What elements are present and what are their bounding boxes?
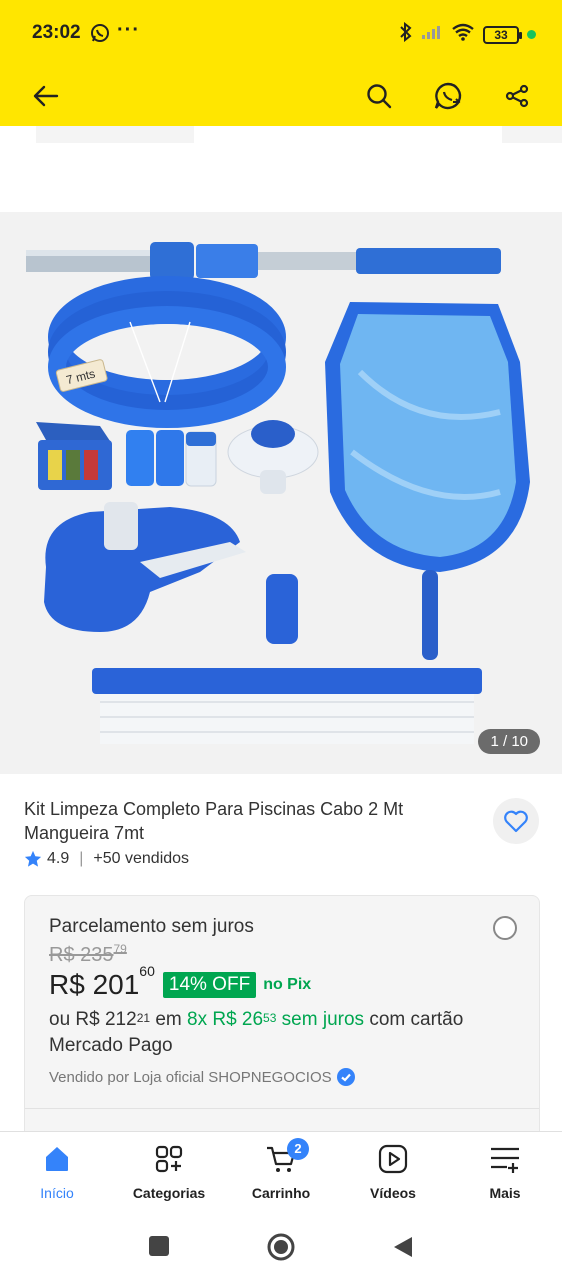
tab-label: Início — [40, 1185, 74, 1201]
app-header: 23:02 ··· 33 — [0, 0, 562, 126]
square-icon — [149, 1236, 169, 1256]
heart-icon — [504, 810, 528, 833]
discount-badge: 14% OFF — [162, 972, 257, 998]
rating-row[interactable]: 4.9 | +50 vendidos — [24, 850, 189, 868]
wifi-icon — [451, 23, 475, 46]
system-back-button[interactable] — [392, 1235, 414, 1264]
tab-inicio[interactable]: Início — [7, 1144, 107, 1201]
image-counter: 1 / 10 — [478, 729, 540, 754]
tab-label: Vídeos — [370, 1185, 416, 1201]
system-navigation-bar — [0, 1217, 562, 1280]
previous-image-strip-right — [502, 126, 562, 143]
sold-count: +50 vendidos — [93, 850, 190, 867]
rating-score: 4.9 — [47, 850, 70, 867]
video-icon — [378, 1144, 408, 1174]
installment-option-card[interactable]: Parcelamento sem juros R$ 23579 R$ 20160… — [24, 895, 540, 1140]
tab-categorias[interactable]: Categorias — [119, 1144, 219, 1201]
tab-label: Carrinho — [251, 1185, 311, 1201]
product-image-gallery[interactable]: 7 mts 1 / 10 — [0, 212, 562, 774]
pix-label: no Pix — [263, 976, 312, 993]
installment-header: Parcelamento sem juros — [49, 916, 254, 937]
current-price: R$ 20160 — [49, 963, 155, 1000]
previous-image-strip — [36, 126, 194, 143]
battery-indicator: 33 — [483, 25, 522, 44]
search-button[interactable] — [359, 76, 399, 116]
old-price: R$ 23579 — [49, 942, 127, 966]
installment-text: ou R$ 21221 em 8x R$ 2653 sem juros com … — [49, 1009, 464, 1056]
tab-mais[interactable]: Mais — [455, 1144, 555, 1201]
tab-carrinho[interactable]: 2 Carrinho — [231, 1138, 331, 1201]
home-system-button[interactable] — [266, 1232, 296, 1267]
rating-separator: | — [79, 850, 84, 867]
more-notifications-icon: ··· — [117, 19, 140, 41]
whatsapp-notification-icon — [90, 23, 110, 48]
tab-label: Mais — [489, 1185, 521, 1201]
privacy-indicator-dot — [527, 30, 536, 39]
categories-icon — [155, 1145, 183, 1173]
bluetooth-icon — [399, 21, 413, 47]
triangle-back-icon — [394, 1237, 412, 1257]
favorite-button[interactable] — [493, 798, 539, 844]
status-time: 23:02 — [32, 22, 81, 43]
product-photo: 7 mts — [26, 242, 530, 744]
back-arrow-icon — [33, 85, 59, 107]
tab-label: Categorias — [132, 1185, 206, 1201]
signal-icon — [421, 24, 443, 45]
share-button[interactable] — [497, 76, 537, 116]
status-bar: 23:02 ··· 33 — [0, 0, 562, 66]
card-divider — [25, 1108, 539, 1109]
installment-radio[interactable] — [493, 916, 517, 940]
seller-info[interactable]: Vendido por Loja oficial SHOPNEGOCIOS — [49, 1067, 515, 1087]
cart-badge: 2 — [287, 1138, 309, 1160]
recents-button[interactable] — [148, 1235, 170, 1262]
home-icon — [46, 1147, 68, 1171]
star-icon — [24, 850, 42, 867]
seller-text: Vendido por Loja oficial SHOPNEGOCIOS — [49, 1068, 332, 1086]
bottom-navigation: Início Categorias 2 Carrinho Vídeos Mais — [0, 1131, 562, 1217]
whatsapp-share-icon — [434, 82, 462, 110]
menu-plus-icon — [491, 1147, 519, 1173]
price-row: R$ 20160 14% OFF no Pix — [49, 963, 515, 1001]
whatsapp-share-button[interactable] — [428, 76, 468, 116]
circle-icon — [267, 1233, 295, 1261]
toolbar — [0, 66, 562, 126]
product-title: Kit Limpeza Completo Para Piscinas Cabo … — [24, 799, 404, 843]
back-button[interactable] — [26, 76, 66, 116]
verified-badge-icon — [336, 1068, 355, 1086]
share-icon — [505, 84, 529, 108]
search-icon — [367, 84, 392, 109]
tab-videos[interactable]: Vídeos — [343, 1144, 443, 1201]
